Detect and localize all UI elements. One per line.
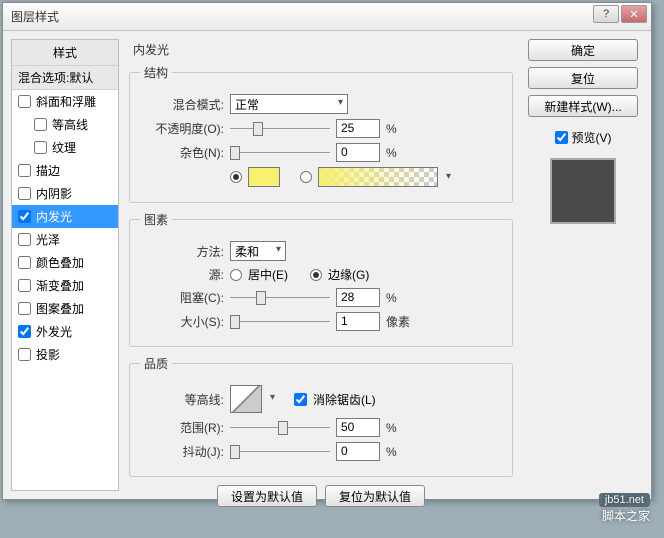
- blend-mode-label: 混合模式:: [140, 96, 224, 113]
- watermark: jb51.net 脚本之家: [599, 491, 650, 524]
- blending-options-label: 混合选项:默认: [18, 69, 93, 86]
- opacity-input[interactable]: 25: [336, 119, 380, 138]
- quality-group: 品质 等高线: 消除锯齿(L) 范围(R): 50 % 抖动(J):: [129, 355, 513, 477]
- preview-thumbnail: [550, 158, 616, 224]
- noise-input[interactable]: 0: [336, 143, 380, 162]
- style-label: 投影: [36, 346, 60, 363]
- color-radio[interactable]: [230, 171, 242, 183]
- style-checkbox[interactable]: [18, 348, 31, 361]
- style-checkbox[interactable]: [18, 279, 31, 292]
- structure-group: 结构 混合模式: 正常 不透明度(O): 25 % 杂色(N): 0 %: [129, 64, 513, 203]
- blending-options-row[interactable]: 混合选项:默认: [12, 66, 118, 90]
- style-checkbox[interactable]: [18, 164, 31, 177]
- style-checkbox[interactable]: [18, 210, 31, 223]
- style-checkbox[interactable]: [18, 233, 31, 246]
- settings-panel: 内发光 结构 混合模式: 正常 不透明度(O): 25 % 杂色(N): 0: [129, 39, 513, 491]
- elements-legend: 图素: [140, 211, 172, 228]
- source-edge-label: 边缘(G): [328, 266, 369, 283]
- style-label: 描边: [36, 162, 60, 179]
- choke-slider[interactable]: [230, 289, 330, 307]
- range-label: 范围(R):: [140, 419, 224, 436]
- style-checkbox[interactable]: [18, 256, 31, 269]
- style-row[interactable]: 内发光: [12, 205, 118, 228]
- color-swatch[interactable]: [248, 167, 280, 187]
- window-title: 图层样式: [11, 8, 59, 25]
- close-button[interactable]: ✕: [621, 5, 647, 23]
- gradient-swatch[interactable]: [318, 167, 438, 187]
- structure-legend: 结构: [140, 64, 172, 81]
- style-label: 图案叠加: [36, 300, 84, 317]
- ok-button[interactable]: 确定: [528, 39, 638, 61]
- gradient-radio[interactable]: [300, 171, 312, 183]
- jitter-input[interactable]: 0: [336, 442, 380, 461]
- style-label: 等高线: [52, 116, 88, 133]
- opacity-slider[interactable]: [230, 120, 330, 138]
- styles-panel: 样式 混合选项:默认 斜面和浮雕等高线纹理描边内阴影内发光光泽颜色叠加渐变叠加图…: [11, 39, 119, 491]
- size-label: 大小(S):: [140, 313, 224, 330]
- style-label: 颜色叠加: [36, 254, 84, 271]
- preview-checkbox[interactable]: [555, 131, 568, 144]
- style-checkbox[interactable]: [34, 118, 47, 131]
- noise-label: 杂色(N):: [140, 144, 224, 161]
- choke-input[interactable]: 28: [336, 288, 380, 307]
- opacity-label: 不透明度(O):: [140, 120, 224, 137]
- style-label: 纹理: [52, 139, 76, 156]
- blend-mode-select[interactable]: 正常: [230, 94, 348, 114]
- panel-title: 内发光: [129, 39, 513, 64]
- preview-label: 预览(V): [572, 129, 612, 146]
- style-row[interactable]: 描边: [12, 159, 118, 182]
- style-row[interactable]: 内阴影: [12, 182, 118, 205]
- contour-label: 等高线:: [140, 391, 224, 408]
- noise-slider[interactable]: [230, 144, 330, 162]
- source-center-radio[interactable]: [230, 269, 242, 281]
- style-row[interactable]: 图案叠加: [12, 297, 118, 320]
- source-label: 源:: [140, 266, 224, 283]
- style-row[interactable]: 纹理: [12, 136, 118, 159]
- style-row[interactable]: 光泽: [12, 228, 118, 251]
- style-checkbox[interactable]: [18, 187, 31, 200]
- elements-group: 图素 方法: 柔和 源: 居中(E) 边缘(G) 阻塞(C): 28: [129, 211, 513, 347]
- style-label: 外发光: [36, 323, 72, 340]
- source-edge-radio[interactable]: [310, 269, 322, 281]
- range-slider[interactable]: [230, 419, 330, 437]
- new-style-button[interactable]: 新建样式(W)...: [528, 95, 638, 117]
- style-row[interactable]: 斜面和浮雕: [12, 90, 118, 113]
- style-row[interactable]: 投影: [12, 343, 118, 366]
- style-checkbox[interactable]: [34, 141, 47, 154]
- style-row[interactable]: 颜色叠加: [12, 251, 118, 274]
- style-label: 光泽: [36, 231, 60, 248]
- antialias-checkbox[interactable]: [294, 393, 307, 406]
- action-panel: 确定 复位 新建样式(W)... 预览(V): [523, 39, 643, 491]
- style-checkbox[interactable]: [18, 95, 31, 108]
- style-label: 内发光: [36, 208, 72, 225]
- style-label: 渐变叠加: [36, 277, 84, 294]
- titlebar: 图层样式 ? ✕: [3, 3, 651, 31]
- size-slider[interactable]: [230, 313, 330, 331]
- percent-unit: %: [386, 122, 397, 136]
- size-input[interactable]: 1: [336, 312, 380, 331]
- jitter-slider[interactable]: [230, 443, 330, 461]
- contour-picker[interactable]: [230, 385, 262, 413]
- choke-label: 阻塞(C):: [140, 289, 224, 306]
- technique-select[interactable]: 柔和: [230, 241, 286, 261]
- help-button[interactable]: ?: [593, 5, 619, 23]
- source-center-label: 居中(E): [248, 266, 288, 283]
- cancel-button[interactable]: 复位: [528, 67, 638, 89]
- style-row[interactable]: 等高线: [12, 113, 118, 136]
- style-checkbox[interactable]: [18, 302, 31, 315]
- quality-legend: 品质: [140, 355, 172, 372]
- style-label: 内阴影: [36, 185, 72, 202]
- range-input[interactable]: 50: [336, 418, 380, 437]
- style-row[interactable]: 外发光: [12, 320, 118, 343]
- revert-default-button[interactable]: 复位为默认值: [325, 485, 425, 507]
- pixels-unit: 像素: [386, 313, 410, 330]
- technique-label: 方法:: [140, 243, 224, 260]
- set-default-button[interactable]: 设置为默认值: [217, 485, 317, 507]
- jitter-label: 抖动(J):: [140, 443, 224, 460]
- antialias-label: 消除锯齿(L): [313, 391, 376, 408]
- styles-header: 样式: [12, 40, 118, 66]
- style-checkbox[interactable]: [18, 325, 31, 338]
- style-row[interactable]: 渐变叠加: [12, 274, 118, 297]
- style-label: 斜面和浮雕: [36, 93, 96, 110]
